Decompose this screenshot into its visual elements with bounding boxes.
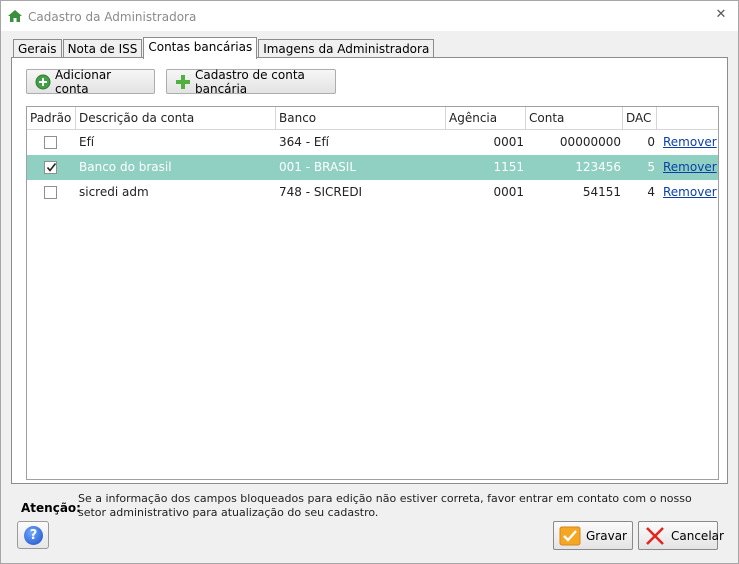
add-account-label: Adicionar conta <box>55 67 112 96</box>
bank-accounts-grid: Padrão Descrição da conta Banco Agência … <box>26 106 719 480</box>
window-title: Cadastro da Administradora <box>28 10 197 24</box>
remove-link[interactable]: Remover <box>663 155 717 180</box>
window: Cadastro da Administradora ✕ Gerais Nota… <box>0 0 739 564</box>
column-header-action <box>657 107 718 130</box>
add-account-button[interactable]: Adicionar conta <box>26 67 155 96</box>
save-label: Gravar <box>586 528 627 543</box>
bank-account-register-label: Cadastro de conta bancária <box>195 67 305 96</box>
cancel-label: Cancelar <box>671 528 724 543</box>
account-dac: 4 <box>647 185 655 199</box>
cancel-x-icon <box>644 526 666 546</box>
account-number: 54151 <box>582 185 621 199</box>
tab-panel: Adicionar conta Cadastro de conta bancár… <box>11 57 728 484</box>
remove-link[interactable]: Remover <box>663 180 717 205</box>
account-agency: 0001 <box>493 135 524 149</box>
account-number: 00000000 <box>559 135 621 149</box>
account-description: Banco do brasil <box>79 160 172 174</box>
account-description: sicredi adm <box>79 185 149 199</box>
default-checkbox[interactable] <box>44 136 57 149</box>
help-icon: ? <box>24 526 43 545</box>
help-button[interactable]: ? <box>17 521 49 549</box>
tab-imagens-da-administradora[interactable]: Imagens da Administradora <box>258 39 435 58</box>
account-agency: 0001 <box>493 185 524 199</box>
table-row[interactable]: sicredi adm 748 - SICREDI 0001 54151 4 R… <box>27 180 718 205</box>
bank-account-register-button[interactable]: Cadastro de conta bancária <box>166 67 336 96</box>
grid-header: Padrão Descrição da conta Banco Agência … <box>27 107 718 130</box>
account-bank: 748 - SICREDI <box>279 185 363 199</box>
cancel-button[interactable]: Cancelar <box>638 521 724 550</box>
column-header-conta[interactable]: Conta <box>526 107 623 130</box>
close-button[interactable]: ✕ <box>714 8 728 22</box>
checkmark-save-icon <box>559 526 581 546</box>
account-description: Efí <box>79 135 95 149</box>
home-icon <box>7 9 23 23</box>
tab-contas-bancarias[interactable]: Contas bancárias <box>143 37 258 59</box>
default-checkbox[interactable] <box>44 186 57 199</box>
column-header-dac[interactable]: DAC <box>623 107 657 130</box>
remove-link[interactable]: Remover <box>663 130 717 155</box>
tab-bar: Gerais Nota de ISS Contas bancárias Imag… <box>13 37 435 59</box>
account-dac: 5 <box>647 160 655 174</box>
account-number: 123456 <box>575 160 621 174</box>
add-circle-icon <box>35 74 51 90</box>
table-row[interactable]: Banco do brasil 001 - BRASIL 1151 123456… <box>27 155 718 180</box>
save-button[interactable]: Gravar <box>553 521 633 550</box>
account-bank: 001 - BRASIL <box>279 160 356 174</box>
table-row[interactable]: Efí 364 - Efí 0001 00000000 0 Remover <box>27 130 718 155</box>
attention-label: Atenção: <box>21 501 81 515</box>
account-bank: 364 - Efí <box>279 135 330 149</box>
checkmark-icon <box>46 163 57 172</box>
title-bar: Cadastro da Administradora ✕ <box>1 1 738 31</box>
column-header-agencia[interactable]: Agência <box>446 107 526 130</box>
column-header-padrao[interactable]: Padrão <box>27 107 76 130</box>
attention-text: Se a informação dos campos bloqueados pa… <box>78 492 692 519</box>
tab-gerais[interactable]: Gerais <box>13 39 62 58</box>
column-header-banco[interactable]: Banco <box>276 107 446 130</box>
default-checkbox[interactable] <box>44 161 57 174</box>
column-header-descricao[interactable]: Descrição da conta <box>76 107 276 130</box>
plus-icon <box>175 74 191 90</box>
account-agency: 1151 <box>493 160 524 174</box>
account-dac: 0 <box>647 135 655 149</box>
tab-nota-de-iss[interactable]: Nota de ISS <box>62 39 143 58</box>
